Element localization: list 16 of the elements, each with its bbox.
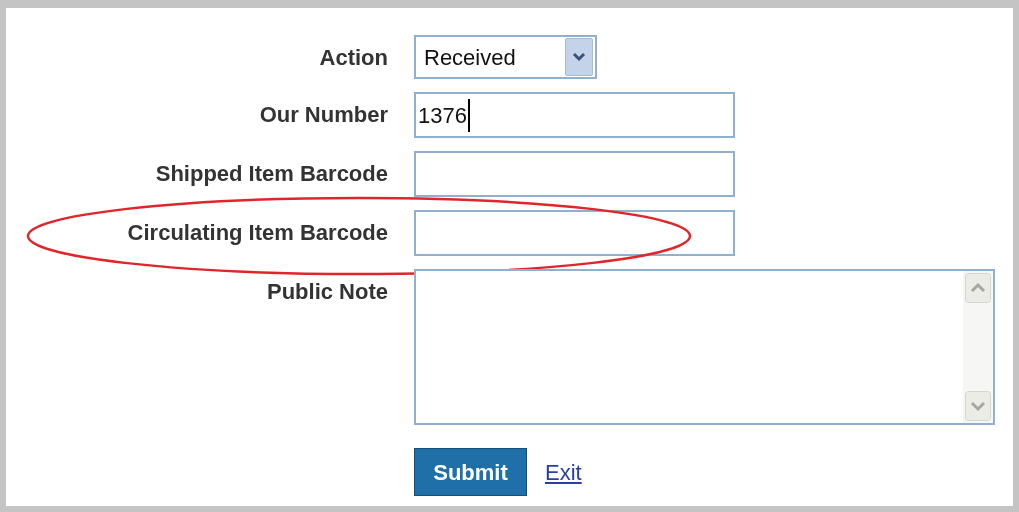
note-textarea[interactable] — [414, 269, 995, 425]
chevron-down-icon — [572, 52, 586, 62]
field-label: Action — [318, 44, 388, 71]
field-label: Public Note — [266, 278, 388, 305]
scroll-down-icon[interactable] — [965, 391, 991, 421]
field-label: Circulating Item Barcode — [126, 219, 388, 246]
scrollbar[interactable] — [963, 271, 993, 423]
text-field[interactable]: 1376 — [414, 92, 735, 138]
scroll-up-icon[interactable] — [965, 273, 991, 303]
exit-link[interactable]: Exit — [545, 455, 582, 489]
action-dropdown[interactable]: Received — [414, 35, 597, 79]
text-field[interactable] — [414, 210, 735, 256]
text-field[interactable] — [414, 151, 735, 197]
field-label: Shipped Item Barcode — [154, 160, 388, 187]
submit-button[interactable]: Submit — [414, 448, 527, 496]
field-label: Our Number — [258, 101, 388, 128]
